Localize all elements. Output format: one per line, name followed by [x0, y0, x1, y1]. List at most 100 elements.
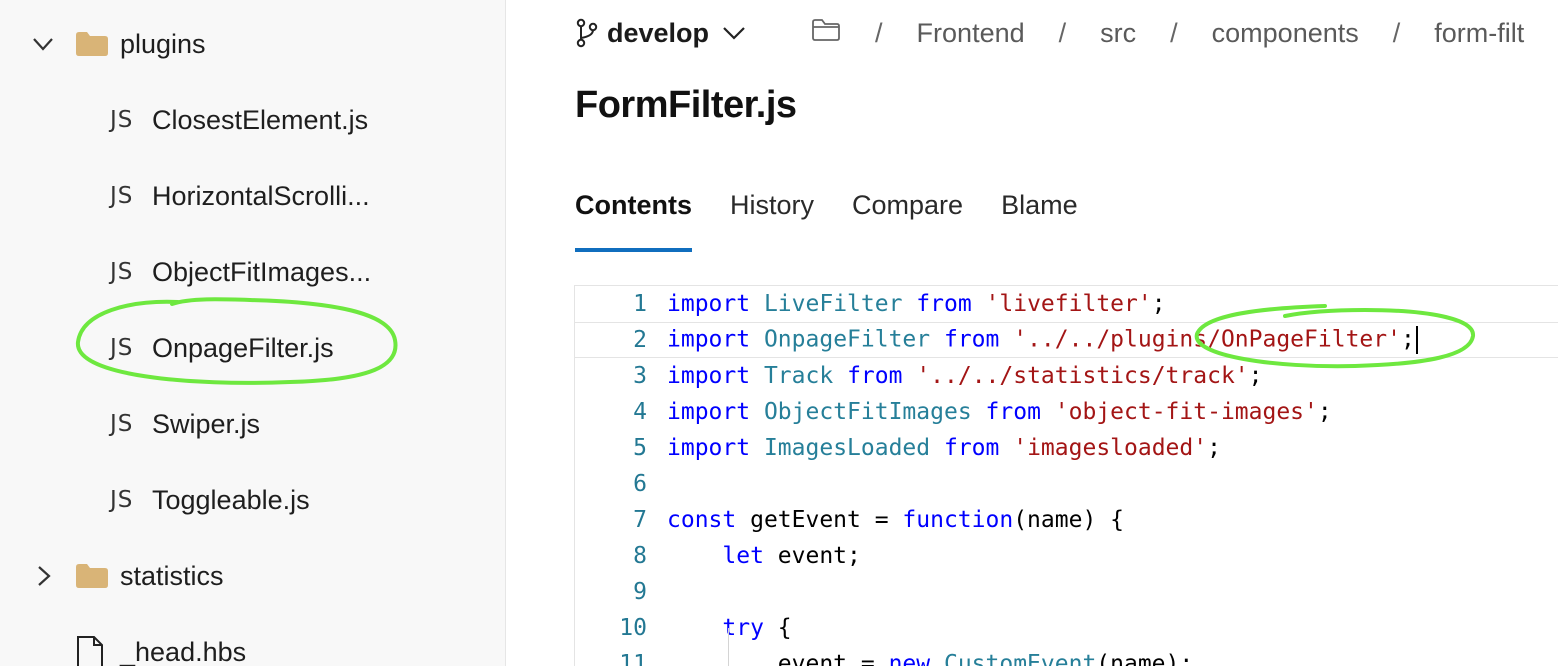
line-number: 5: [633, 435, 647, 461]
string-literal: 'imagesloaded': [1013, 435, 1208, 461]
keyword: const: [667, 507, 737, 533]
code-fragment: event =: [777, 651, 889, 666]
tab-blame[interactable]: Blame: [1001, 180, 1078, 252]
git-branch-icon: [576, 18, 598, 48]
indent-guide: [728, 628, 729, 666]
branch-selector[interactable]: develop: [575, 18, 755, 49]
breadcrumb: develop / Frontend / src / components / …: [575, 10, 1524, 56]
code-fragment: getEvent =: [736, 507, 903, 533]
file-label: ClosestElement.js: [152, 104, 369, 135]
js-file-icon: JS: [110, 335, 134, 361]
js-file-icon: JS: [110, 411, 134, 437]
file-label: Toggleable.js: [152, 484, 310, 515]
tree-file[interactable]: JS Swiper.js: [0, 394, 506, 454]
tab-contents[interactable]: Contents: [575, 180, 692, 252]
keyword: import: [667, 326, 751, 353]
keyword: from: [916, 291, 972, 317]
identifier: CustomEvent: [943, 651, 1097, 666]
code-text: const getEvent = function(name) {: [653, 507, 1124, 533]
code-text: let event;: [653, 543, 860, 569]
line-number: 4: [633, 399, 647, 425]
tree-file-head[interactable]: _head.hbs: [0, 622, 506, 666]
tree-file[interactable]: JS ObjectFitImages...: [0, 242, 506, 302]
keyword: new: [888, 651, 931, 666]
punctuation: ;: [1207, 435, 1221, 461]
tree-file[interactable]: JS HorizontalScrolli...: [0, 166, 506, 226]
identifier: ObjectFitImages: [763, 399, 972, 425]
tab-compare[interactable]: Compare: [852, 180, 963, 252]
punctuation: ;: [1400, 326, 1415, 353]
code-text: import OnpageFilter from '../../plugins/…: [653, 326, 1418, 354]
folder-icon: [76, 32, 108, 56]
identifier: LiveFilter: [763, 291, 903, 317]
file-label: Swiper.js: [152, 408, 261, 439]
keyword: import: [667, 291, 751, 317]
string-literal: 'object-fit-images': [1054, 399, 1318, 425]
code-line: 11 event = new CustomEvent(name);: [575, 646, 1558, 666]
file-tree: plugins JS ClosestElement.js JS Horizont…: [0, 0, 506, 666]
code-viewer[interactable]: 1 import LiveFilter from 'livefilter'; 2…: [574, 285, 1558, 666]
code-line: 4 import ObjectFitImages from 'object-fi…: [575, 394, 1558, 430]
punctuation: ;: [1317, 399, 1332, 425]
string-literal: '../../plugins/OnPageFilter': [1013, 326, 1401, 353]
file-label: OnpageFilter.js: [152, 332, 334, 363]
breadcrumb-separator: /: [875, 17, 883, 48]
breadcrumb-separator: /: [1392, 17, 1401, 48]
file-tabs: Contents History Compare Blame: [575, 180, 1116, 252]
identifier: Track: [763, 363, 834, 389]
code-line: 10 try {: [575, 610, 1558, 646]
code-text: import LiveFilter from 'livefilter';: [653, 291, 1166, 317]
code-line: 9: [575, 574, 1558, 610]
js-file-icon: JS: [110, 259, 134, 285]
keyword: import: [667, 363, 751, 389]
folder-label: plugins: [120, 28, 206, 59]
line-number: 8: [633, 543, 647, 569]
chevron-right-icon[interactable]: [28, 561, 58, 591]
tree-folder-statistics[interactable]: statistics: [0, 546, 506, 606]
keyword: let: [722, 543, 764, 569]
identifier: ImagesLoaded: [763, 435, 931, 461]
tree-file[interactable]: JS Toggleable.js: [0, 470, 506, 530]
tab-history[interactable]: History: [730, 180, 814, 252]
file-label: ObjectFitImages...: [152, 256, 372, 287]
breadcrumb-item[interactable]: Frontend: [917, 18, 1025, 49]
js-file-icon: JS: [110, 183, 134, 209]
text-cursor: [1415, 326, 1418, 354]
line-number: 1: [633, 291, 647, 317]
code-line: 7 const getEvent = function(name) {: [575, 502, 1558, 538]
code-line: 6: [575, 466, 1558, 502]
keyword: from: [985, 399, 1041, 425]
code-fragment: (name);: [1096, 651, 1194, 666]
file-label: _head.hbs: [120, 636, 247, 666]
line-number: 7: [633, 507, 647, 533]
code-text: import ImagesLoaded from 'imagesloaded';: [653, 435, 1221, 461]
string-literal: 'livefilter': [985, 291, 1152, 317]
main-panel: develop / Frontend / src / components / …: [507, 0, 1558, 666]
chevron-down-icon: [723, 27, 745, 40]
breadcrumb-item[interactable]: form-filt: [1434, 18, 1524, 49]
chevron-down-icon[interactable]: [28, 29, 58, 59]
code-line: 3 import Track from '../../statistics/tr…: [575, 358, 1558, 394]
code-text: import Track from '../../statistics/trac…: [653, 363, 1263, 389]
code-text: import ObjectFitImages from 'object-fit-…: [653, 399, 1332, 425]
breadcrumb-separator: /: [1170, 17, 1178, 48]
js-file-icon: JS: [110, 487, 134, 513]
code-line-current: 2 import OnpageFilter from '../../plugin…: [575, 322, 1558, 358]
keyword: from: [847, 363, 903, 389]
tree-folder-plugins[interactable]: plugins: [0, 14, 506, 74]
folder-label: statistics: [120, 560, 224, 591]
line-number: 9: [633, 579, 647, 605]
code-line: 1 import LiveFilter from 'livefilter';: [575, 286, 1558, 322]
breadcrumb-item[interactable]: src: [1100, 18, 1136, 49]
tree-file[interactable]: JS ClosestElement.js: [0, 90, 506, 150]
tree-file-onpagefilter[interactable]: JS OnpageFilter.js: [0, 318, 506, 378]
code-line: 5 import ImagesLoaded from 'imagesloaded…: [575, 430, 1558, 466]
branch-name: develop: [607, 17, 710, 48]
keyword: function: [902, 507, 1014, 533]
punctuation: ;: [1151, 291, 1166, 317]
breadcrumb-item[interactable]: components: [1212, 18, 1359, 49]
page-title: FormFilter.js: [575, 84, 797, 126]
repo-folder-icon[interactable]: [811, 18, 841, 49]
